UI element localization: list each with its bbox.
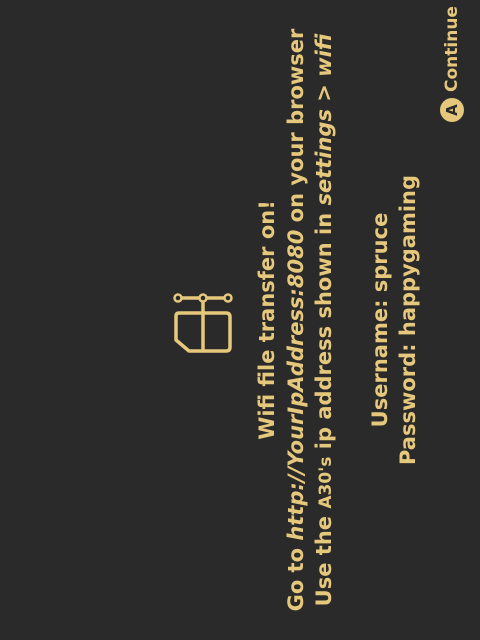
use-middle: ip address shown in — [312, 205, 336, 457]
a-button-icon: A — [440, 98, 464, 122]
wifi-transfer-screen: Wifi file transfer on! Go to http://Your… — [0, 0, 480, 640]
goto-suffix: on your browser — [284, 28, 308, 230]
browser-instructions: Go to http://YourIpAddress:8080 on your … — [282, 0, 310, 640]
goto-prefix: Go to — [284, 540, 308, 612]
settings-path: settings > wifi — [312, 33, 336, 206]
username-line: Username: spruce — [368, 212, 392, 428]
continue-label: Continue — [442, 6, 462, 92]
device-name: A30's — [316, 456, 336, 509]
password-line: Password: happygaming — [396, 174, 420, 466]
use-prefix: Use the — [312, 508, 336, 607]
transfer-title: Wifi file transfer on! — [255, 200, 279, 440]
sd-card-network-icon — [173, 293, 233, 353]
ip-instructions: Use the A30's ip address shown in settin… — [310, 0, 340, 640]
continue-button[interactable]: A Continue — [438, 6, 466, 122]
server-url: http://YourIpAddress:8080 — [284, 229, 308, 541]
